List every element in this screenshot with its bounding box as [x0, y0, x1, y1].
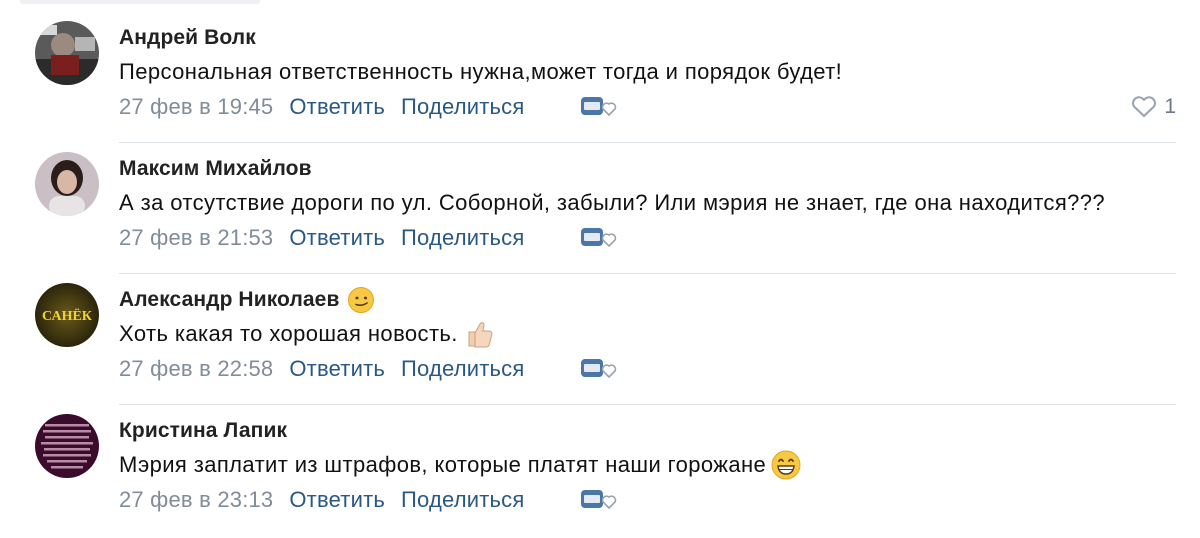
smirk-emoji-icon — [348, 287, 375, 313]
comment-meta: 27 фев в 22:58 Ответить Поделиться — [119, 354, 617, 384]
thumbs-up-emoji-icon — [468, 322, 493, 348]
reply-button[interactable]: Ответить — [289, 356, 385, 382]
reply-button[interactable]: Ответить — [289, 94, 385, 120]
comment-meta: 27 фев в 23:13 Ответить Поделиться — [119, 485, 617, 515]
share-button[interactable]: Поделиться — [401, 225, 524, 251]
comment-date[interactable]: 27 фев в 23:13 — [119, 487, 273, 513]
comment-date[interactable]: 27 фев в 22:58 — [119, 356, 273, 382]
author-name[interactable]: Александр Николаев — [119, 288, 339, 312]
share-button[interactable]: Поделиться — [401, 487, 524, 513]
avatar[interactable] — [35, 152, 99, 216]
comment-text: А за отсутствие дороги по ул. Соборной, … — [119, 190, 1106, 215]
comment-text: Персональная ответственность нужна,может… — [119, 59, 843, 84]
grinning-emoji-icon — [771, 450, 801, 480]
comment-date[interactable]: 27 фев в 19:45 — [119, 94, 273, 120]
comment-item: Андрей Волк Персональная ответственность… — [0, 12, 1200, 143]
avatar-logo: САНЁК — [35, 283, 99, 347]
comment-meta: 27 фев в 21:53 Ответить Поделиться — [119, 223, 617, 253]
comment-item: Максим Михайлов А за отсутствие дороги п… — [0, 143, 1200, 274]
reaction-icon[interactable] — [579, 355, 623, 385]
heart-icon — [1132, 96, 1157, 117]
avatar-photo — [35, 21, 99, 85]
reaction-icon[interactable] — [579, 93, 623, 123]
reaction-icon[interactable] — [579, 224, 623, 254]
avatar[interactable]: САНЁК — [35, 283, 99, 347]
share-button[interactable]: Поделиться — [401, 356, 524, 382]
author-name[interactable]: Максим Михайлов — [119, 157, 312, 181]
comment-text: Мэрия заплатит из штрафов, которые платя… — [119, 452, 767, 477]
author-name[interactable]: Андрей Волк — [119, 26, 256, 50]
comment-item: САНЁК Александр Николаев Хоть какая то х… — [0, 274, 1200, 405]
comment-meta: 27 фев в 19:45 Ответить Поделиться — [119, 92, 617, 122]
author-name[interactable]: Кристина Лапик — [119, 419, 287, 443]
avatar[interactable] — [35, 414, 99, 478]
like-button[interactable]: 1 — [1130, 92, 1176, 122]
comments-list: Андрей Волк Персональная ответственность… — [0, 0, 1200, 538]
avatar-photo — [35, 152, 99, 216]
avatar[interactable] — [35, 21, 99, 85]
avatar-photo — [35, 414, 99, 478]
reply-button[interactable]: Ответить — [289, 225, 385, 251]
comment-date[interactable]: 27 фев в 21:53 — [119, 225, 273, 251]
reply-button[interactable]: Ответить — [289, 487, 385, 513]
comment-text: Хоть какая то хорошая новость. — [119, 321, 458, 346]
share-button[interactable]: Поделиться — [401, 94, 524, 120]
like-count: 1 — [1164, 95, 1176, 118]
avatar-logo-text: САНЁК — [42, 308, 93, 324]
reaction-icon[interactable] — [579, 486, 623, 516]
comment-item: Кристина Лапик Мэрия заплатит из штрафов… — [0, 405, 1200, 536]
